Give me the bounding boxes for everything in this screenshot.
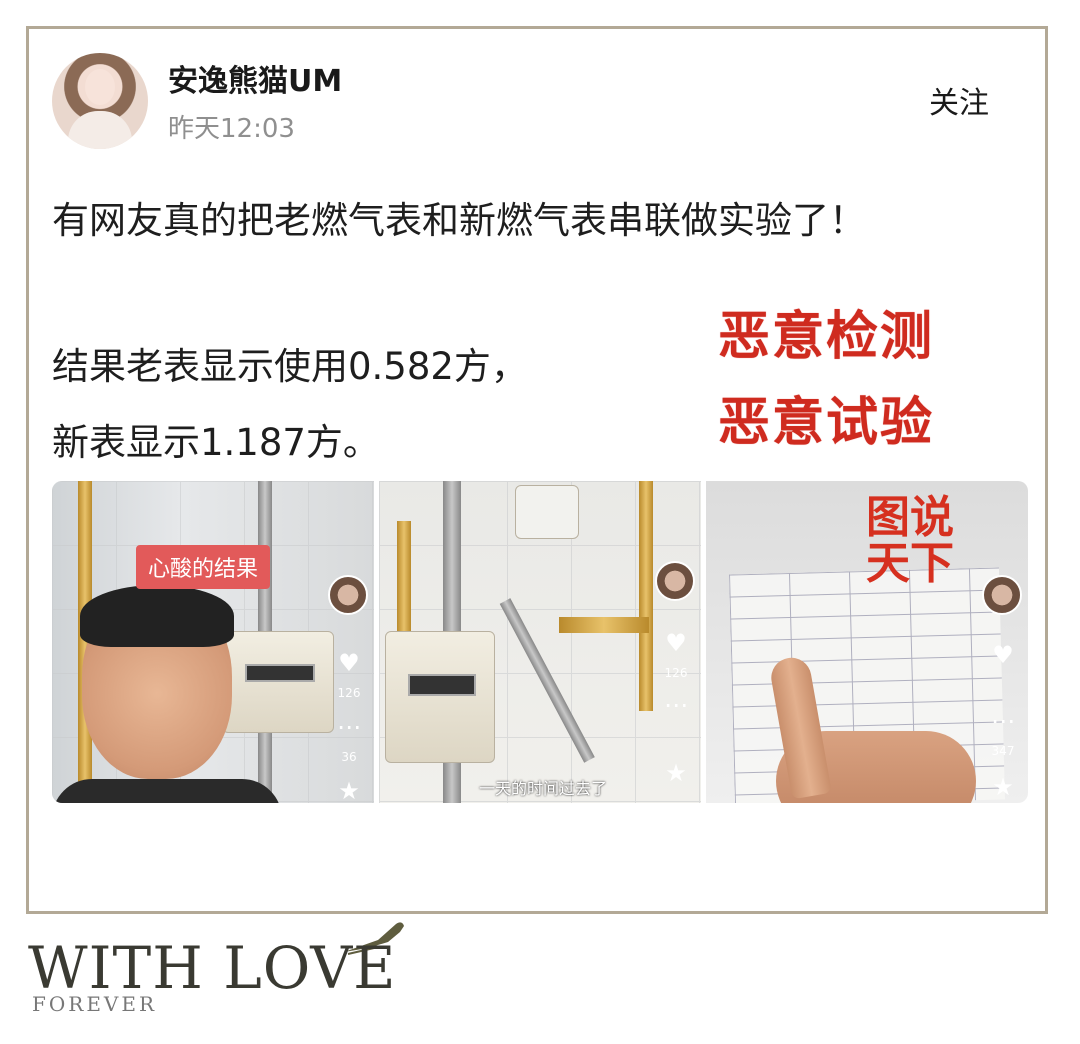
- heart-icon[interactable]: ♥: [659, 629, 693, 657]
- avatar-face: [85, 69, 115, 105]
- gas-pipe-horizontal: [559, 617, 649, 633]
- avatar-body: [68, 111, 132, 149]
- gas-meter: [385, 631, 495, 763]
- video-subtitle: 一天的时间过去了: [479, 779, 608, 798]
- star-icon[interactable]: ★: [332, 777, 366, 803]
- heart-icon[interactable]: ♥: [986, 641, 1020, 669]
- creator-avatar[interactable]: [982, 575, 1022, 615]
- gas-pipe-right: [639, 481, 653, 711]
- star-icon[interactable]: ★: [986, 773, 1020, 801]
- comment-count: 36: [341, 750, 357, 764]
- comment-count: 347: [991, 744, 1015, 758]
- video-thumbnail-3[interactable]: 图说 天下 ♥ ⋯ 347 ★: [706, 481, 1028, 803]
- like-count: 126: [664, 666, 688, 680]
- heart-icon[interactable]: ♥: [332, 649, 366, 677]
- comment-icon[interactable]: ⋯: [986, 707, 1020, 735]
- post-text-line-1: 有网友真的把老燃气表和新燃气表串联做实验了！: [52, 199, 866, 242]
- watermark-subtitle: FOREVER: [32, 992, 158, 1016]
- creator-avatar[interactable]: [655, 561, 695, 601]
- with-love-watermark: WITH LOVE FOREVER: [24, 918, 444, 1028]
- post-text-line-3: 新表显示1.187方。: [52, 421, 380, 464]
- red-stamp-line-2: 恶意试验: [718, 393, 935, 453]
- comment-icon[interactable]: ⋯: [332, 713, 366, 741]
- like-count: 126: [337, 686, 361, 700]
- video-caption: 心酸的结果: [136, 545, 271, 589]
- post-text-line-2: 结果老表显示使用0.582方，: [52, 345, 528, 388]
- video-thumbnail-2[interactable]: ♥ 126 ⋯ ★ 一天的时间过去了: [379, 481, 701, 803]
- video-thumbnail-1[interactable]: 心酸的结果 ♥ 126 ⋯ 36 ★: [52, 481, 374, 803]
- red-stamp-line-1: 恶意检测: [718, 307, 935, 367]
- follow-button[interactable]: 关注: [900, 72, 1018, 128]
- username[interactable]: 安逸熊猫UM: [168, 56, 342, 100]
- stamp-line-1: 图说: [866, 492, 954, 543]
- stamp-tushuo-tianxia: 图说 天下: [866, 495, 954, 587]
- stamp-line-2: 天下: [866, 538, 954, 589]
- comment-icon[interactable]: ⋯: [659, 691, 693, 719]
- smart-meter: [515, 485, 579, 539]
- creator-avatar[interactable]: [328, 575, 368, 615]
- post-time: 昨天12:03: [168, 114, 295, 144]
- star-icon[interactable]: ★: [659, 759, 693, 787]
- user-avatar[interactable]: [52, 53, 148, 149]
- man-portrait: [52, 585, 282, 803]
